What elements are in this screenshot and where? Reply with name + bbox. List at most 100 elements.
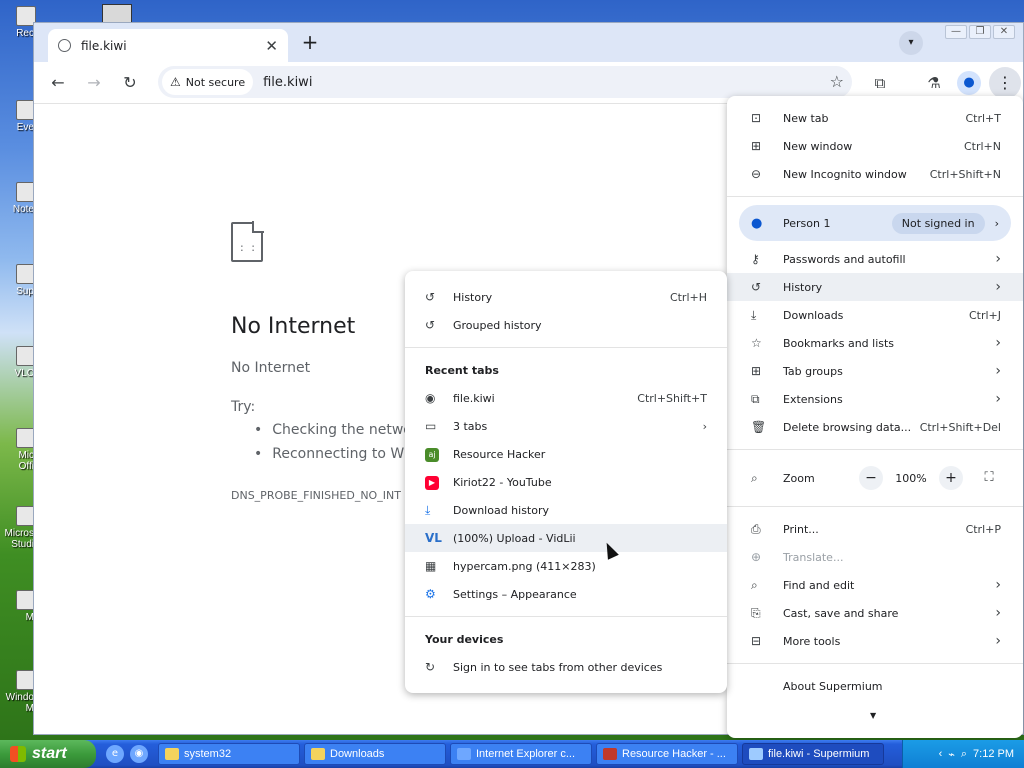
menu-item-person[interactable]: ● Person 1 Not signed in ›	[739, 205, 1011, 241]
menu-item-cast-save[interactable]: ⎘ Cast, save and share ›	[727, 599, 1023, 627]
cast-icon: ⎘	[751, 605, 761, 620]
windows-flag-icon	[10, 746, 26, 762]
trash-icon: 🗑	[751, 420, 767, 434]
menu-item-about[interactable]: About Supermium	[727, 672, 1023, 700]
menu-item-bookmarks[interactable]: ☆ Bookmarks and lists ›	[727, 329, 1023, 357]
desktop-icon-office[interactable]: Mic Offi	[4, 428, 36, 472]
extensions-puzzle-icon[interactable]: ⧉	[868, 71, 892, 95]
desktop-icon-recycle[interactable]: Rec	[4, 6, 36, 39]
star-icon: ☆	[751, 336, 762, 350]
menu-item-delete-data[interactable]: 🗑 Delete browsing data... Ctrl+Shift+Del	[727, 413, 1023, 441]
zoom-in-button[interactable]: +	[939, 466, 963, 490]
menu-divider	[727, 663, 1023, 664]
clock[interactable]: 7:12 PM	[973, 748, 1014, 760]
folder-icon	[311, 748, 325, 760]
menu-item-more-tools[interactable]: ⊟ More tools ›	[727, 627, 1023, 655]
profile-avatar-icon[interactable]: ●	[957, 71, 981, 95]
desktop-icon-event[interactable]: Eve	[4, 100, 36, 133]
menu-item-passwords[interactable]: ⚷ Passwords and autofill ›	[727, 245, 1023, 273]
desktop-icon-m[interactable]: M	[4, 590, 36, 623]
taskbar-item-resource-hacker[interactable]: Resource Hacker - ...	[596, 743, 738, 765]
taskbar-item-downloads[interactable]: Downloads	[304, 743, 446, 765]
desktop-icon-notepad[interactable]: Note	[4, 182, 36, 215]
new-tab-button[interactable]: +	[298, 31, 322, 55]
zoom-control: − 100% +	[859, 466, 963, 490]
menu-item-incognito[interactable]: ⊖ New Incognito window Ctrl+Shift+N	[727, 160, 1023, 188]
fullscreen-icon[interactable]: ⛶	[977, 466, 1001, 490]
sign-in-devices-item[interactable]: ↻ Sign in to see tabs from other devices	[405, 653, 727, 681]
browser-icon[interactable]: ◉	[130, 745, 148, 763]
menu-item-find-edit[interactable]: ⌕ Find and edit ›	[727, 571, 1023, 599]
globe-icon	[58, 39, 71, 52]
recent-tab-item[interactable]: ◉ file.kiwi Ctrl+Shift+T	[405, 384, 727, 412]
labs-flask-icon[interactable]: ⚗	[922, 71, 946, 95]
close-tab-icon[interactable]: ✕	[265, 37, 278, 55]
taskbar: start e ◉ system32 Downloads Internet Ex…	[0, 740, 1024, 768]
recent-tab-item[interactable]: VL (100%) Upload - VidLii	[405, 524, 727, 552]
scroll-down-icon[interactable]: ▼	[870, 711, 876, 720]
taskbar-item-system32[interactable]: system32	[158, 743, 300, 765]
chevron-right-icon: ›	[995, 605, 1001, 621]
menu-item-tab-groups[interactable]: ⊞ Tab groups ›	[727, 357, 1023, 385]
start-button[interactable]: start	[0, 740, 96, 768]
system-tray: ‹ ⌁ ⌕ 7:12 PM	[902, 740, 1024, 768]
reload-icon[interactable]: ↻	[117, 70, 143, 96]
address-bar[interactable]: ⚠ Not secure file.kiwi ☆	[158, 66, 852, 98]
security-chip[interactable]: ⚠ Not secure	[162, 69, 254, 95]
chevron-right-icon: ›	[995, 279, 1001, 295]
tab-search-button[interactable]: ▾	[899, 31, 923, 55]
menu-item-new-window[interactable]: ⊞ New window Ctrl+N	[727, 132, 1023, 160]
recent-tab-item[interactable]: ⚙ Settings – Appearance	[405, 580, 727, 608]
menu-item-extensions[interactable]: ⧉ Extensions ›	[727, 385, 1023, 413]
ie-icon[interactable]: e	[106, 745, 124, 763]
warning-icon: ⚠	[170, 75, 181, 89]
tray-search-icon[interactable]: ⌕	[961, 748, 967, 761]
try-label: Try:	[231, 399, 256, 415]
signin-status-badge: Not signed in	[891, 212, 985, 234]
chevron-right-icon: ›	[995, 251, 1001, 267]
recent-tab-item[interactable]: aj Resource Hacker	[405, 440, 727, 468]
recent-tab-item[interactable]: ▦ hypercam.png (411×283)	[405, 552, 727, 580]
folder-icon	[165, 748, 179, 760]
forward-arrow-icon[interactable]: →	[81, 70, 107, 96]
kebab-menu-icon[interactable]: ⋮	[989, 67, 1021, 99]
resource-hacker-icon: aj	[425, 448, 439, 462]
desktop-icon-sup[interactable]: Sup	[4, 264, 36, 297]
recent-tab-item[interactable]: ⤓ Download history	[405, 496, 727, 524]
tray-arrow-icon[interactable]: ‹	[939, 748, 943, 760]
desktop-icon-vlc[interactable]: VLC	[4, 346, 36, 379]
tray-network-icon[interactable]: ⌁	[948, 748, 955, 761]
resource-hacker-icon	[603, 748, 617, 760]
submenu-item-history[interactable]: ↺ History Ctrl+H	[405, 283, 727, 311]
menu-item-translate[interactable]: ⊕ Translate...	[727, 543, 1023, 571]
desktop-app-icon[interactable]	[102, 4, 132, 24]
url-text[interactable]: file.kiwi	[263, 75, 312, 90]
taskbar-item-supermium[interactable]: file.kiwi - Supermium	[742, 743, 884, 765]
app-menu: ⊡ New tab Ctrl+T ⊞ New window Ctrl+N ⊖ N…	[727, 96, 1023, 738]
find-icon: ⌕	[751, 577, 758, 592]
tab-active[interactable]: file.kiwi ✕	[48, 29, 288, 62]
chevron-right-icon: ›	[995, 633, 1001, 649]
translate-icon: ⊕	[751, 550, 762, 564]
taskbar-item-ie[interactable]: Internet Explorer c...	[450, 743, 592, 765]
printer-icon: ⎙	[751, 521, 761, 536]
menu-item-new-tab[interactable]: ⊡ New tab Ctrl+T	[727, 104, 1023, 132]
minimize-icon[interactable]: —	[945, 25, 967, 39]
close-window-icon[interactable]: ✕	[993, 25, 1015, 39]
back-arrow-icon[interactable]: ←	[45, 70, 71, 96]
bookmark-star-icon[interactable]: ☆	[830, 72, 844, 91]
history-submenu: ↺ History Ctrl+H ↺ Grouped history Recen…	[405, 271, 727, 693]
submenu-item-grouped-history[interactable]: ↺ Grouped history	[405, 311, 727, 339]
menu-item-print[interactable]: ⎙ Print... Ctrl+P	[727, 515, 1023, 543]
zoom-out-button[interactable]: −	[859, 466, 883, 490]
menu-divider	[405, 616, 727, 617]
menu-item-downloads[interactable]: ⤓ Downloads Ctrl+J	[727, 301, 1023, 329]
menu-item-history[interactable]: ↺ History ›	[727, 273, 1023, 301]
chevron-right-icon: ›	[995, 391, 1001, 407]
restore-icon[interactable]: ❐	[969, 25, 991, 39]
recent-tab-item[interactable]: ▭ 3 tabs ›	[405, 412, 727, 440]
desktop-icon-windows[interactable]: Windo M	[4, 670, 36, 714]
new-window-icon: ⊞	[751, 139, 762, 153]
desktop-icon-studio[interactable]: Micros Studi	[4, 506, 36, 550]
recent-tab-item[interactable]: ▶ Kiriot22 - YouTube	[405, 468, 727, 496]
